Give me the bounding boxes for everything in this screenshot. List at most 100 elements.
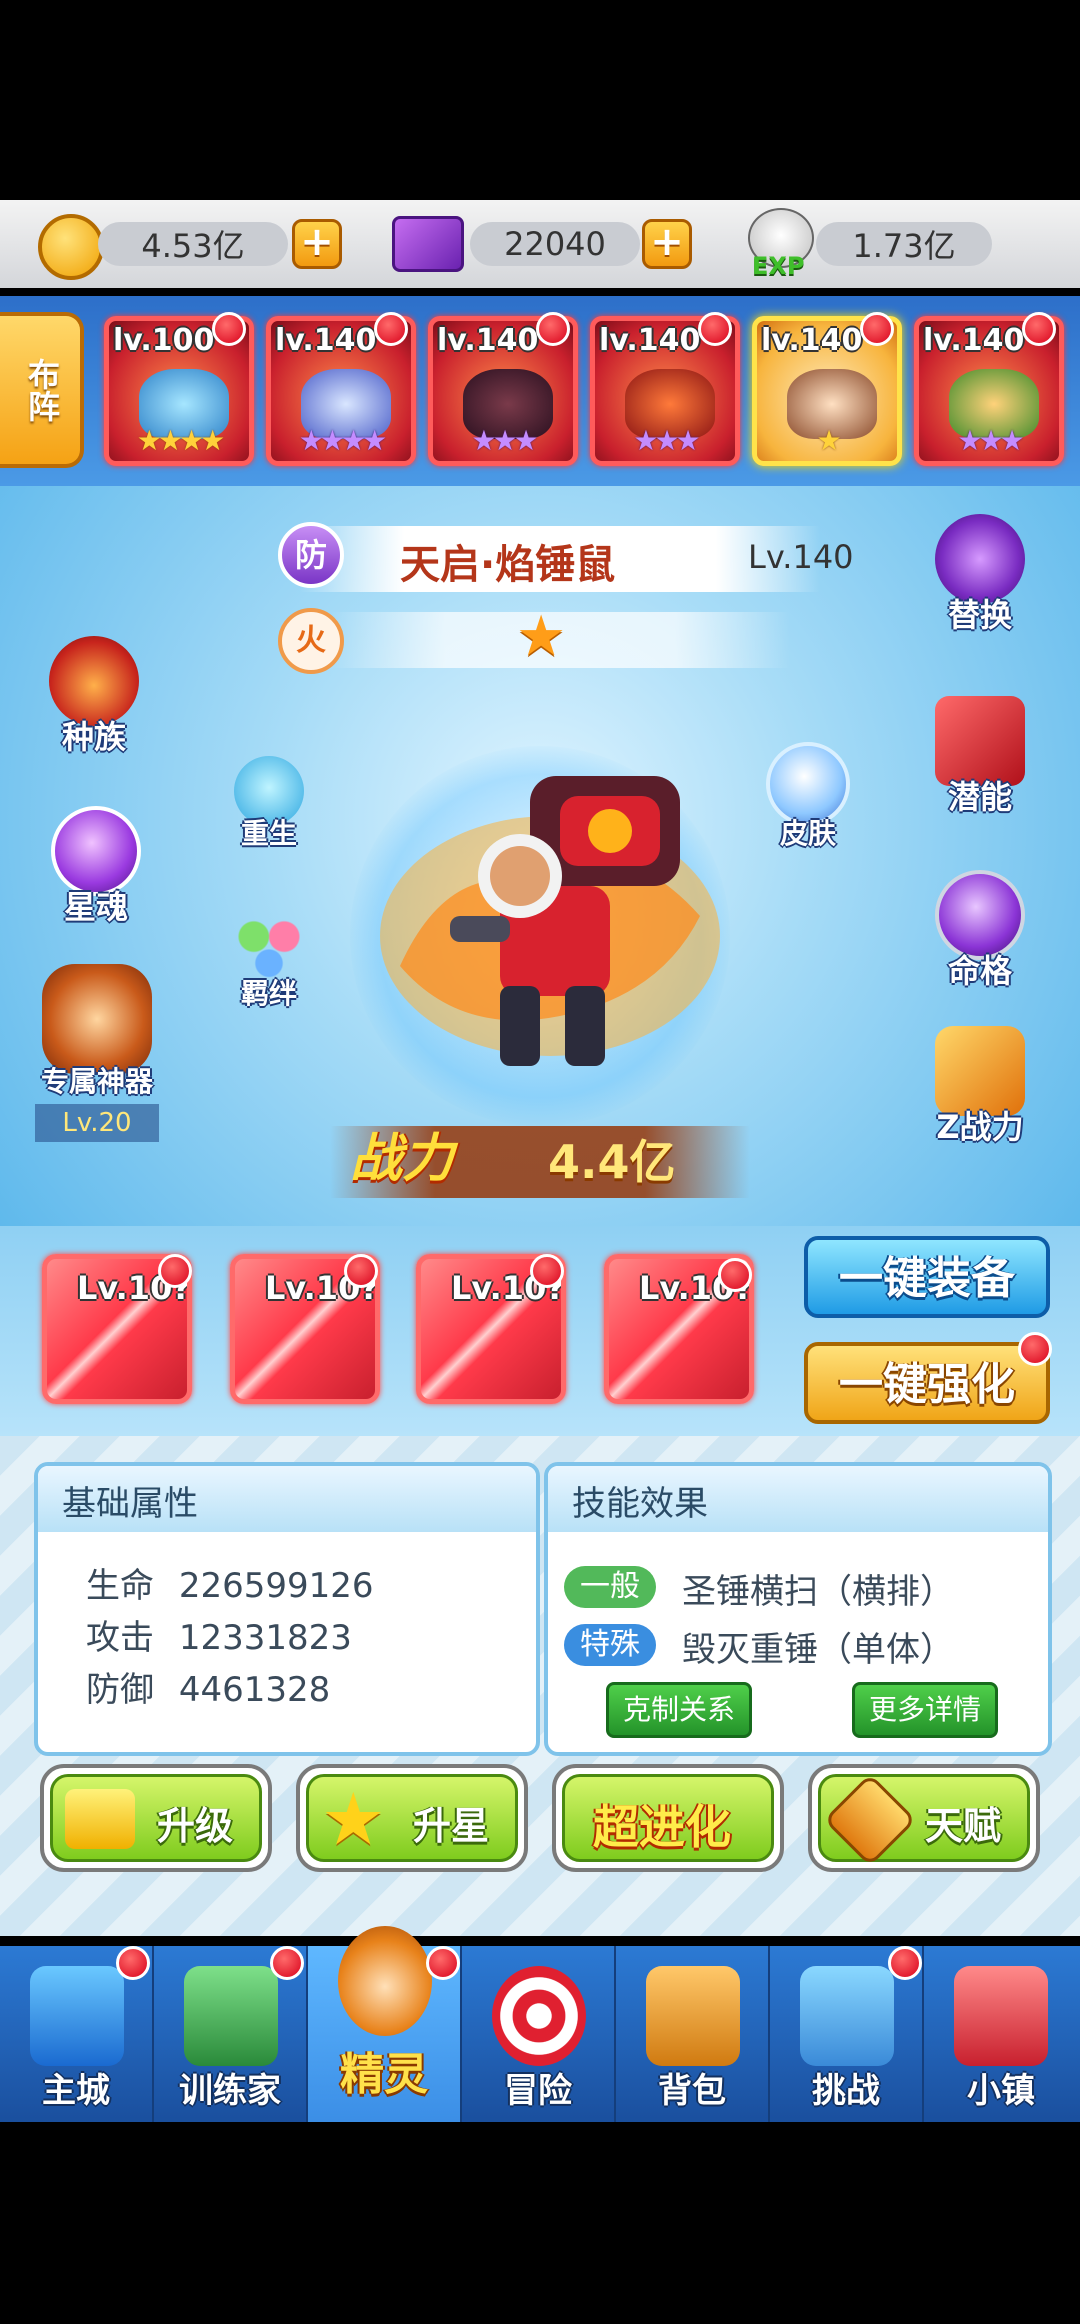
star-soul-button[interactable]: 星魂	[36, 806, 156, 928]
power-label: 战力	[350, 1129, 455, 1189]
attr-value: 4461328	[178, 1670, 331, 1710]
bond-button[interactable]: 羁绊	[214, 910, 324, 1012]
swap-button[interactable]: 替换	[920, 514, 1040, 636]
currency-bar: 4.53亿 + 22040 + EXP 1.73亿	[0, 200, 1080, 288]
exp-amount: 1.73亿	[816, 222, 992, 266]
hero-name: 天启·焰锤鼠	[400, 542, 616, 588]
star-soul-label: 星魂	[63, 888, 128, 926]
type-badge: 防	[278, 522, 344, 588]
potential-button[interactable]: 潜能	[920, 696, 1040, 818]
team-lineup: 布阵 lv.100 ★★★★ lv.140 ★★★★ lv.140 ★★★ lv…	[0, 296, 1080, 486]
attr-label: 生命	[86, 1566, 154, 1606]
artifact-badge-icon	[42, 964, 152, 1074]
skills-title: 技能效果	[572, 1484, 708, 1524]
star-up-button[interactable]: ★ 升星	[296, 1764, 528, 1872]
attr-value: 226599126	[178, 1566, 374, 1606]
map-pin-icon	[800, 1966, 894, 2066]
gem-amount: 22040	[470, 222, 640, 266]
attr-row: 防御 4461328	[86, 1662, 330, 1711]
notification-dot	[536, 312, 570, 346]
slot-level: lv.140	[599, 323, 701, 358]
skills-panel: 技能效果 一般 圣锤横扫（横排） 特殊 毁灭重锤（单体） 克制关系 更多详情	[544, 1462, 1052, 1756]
race-label: 种族	[61, 718, 126, 756]
evolve-button[interactable]: 超进化	[552, 1764, 784, 1872]
nav-label: 小镇	[967, 2071, 1035, 2111]
skill-name: 毁灭重锤（单体）	[682, 1630, 954, 1670]
upgrade-button[interactable]: 升级	[40, 1764, 272, 1872]
artifact-label: 专属神器	[40, 1065, 153, 1098]
slot-level: lv.100	[113, 323, 215, 358]
attributes-panel: 基础属性 生命 226599126 攻击 12331823 防御 4461328	[34, 1462, 540, 1756]
nav-label: 训练家	[179, 2071, 281, 2111]
notification-dot	[860, 312, 894, 346]
attr-label: 攻击	[86, 1618, 154, 1658]
notification-dot	[270, 1946, 304, 1980]
counter-relation-button[interactable]: 克制关系	[606, 1682, 752, 1738]
more-details-button[interactable]: 更多详情	[852, 1682, 998, 1738]
skin-label: 皮肤	[779, 817, 836, 850]
star-up-label: 升星	[413, 1804, 490, 1848]
exp-label: EXP	[752, 252, 805, 280]
notification-dot	[344, 1254, 378, 1288]
attr-row: 生命 226599126	[86, 1558, 374, 1607]
attr-label: 防御	[86, 1670, 154, 1710]
slot-level: lv.140	[761, 323, 863, 358]
slot-level: lv.140	[437, 323, 539, 358]
lineup-button[interactable]: 布阵	[0, 312, 84, 468]
slot-level: lv.140	[923, 323, 1025, 358]
notification-dot	[718, 1258, 752, 1292]
talent-label: 天赋	[925, 1804, 1002, 1848]
star-icon: ★	[516, 604, 567, 669]
equipment-section: Lv.10? Lv.10? Lv.10? Lv.10? 一键装备 一键强化	[0, 1226, 1080, 1436]
notification-dot	[426, 1946, 460, 1980]
artifact-level: Lv.20	[35, 1104, 159, 1142]
element-badge: 火	[278, 608, 344, 674]
add-gold-button[interactable]: +	[292, 219, 342, 269]
attr-value: 12331823	[178, 1618, 352, 1658]
fate-label: 命格	[947, 952, 1012, 990]
notification-dot	[374, 312, 408, 346]
gold-coin-icon	[38, 214, 104, 280]
nav-label: 挑战	[812, 2071, 880, 2111]
nav-item-town[interactable]: 小镇	[924, 1946, 1078, 2122]
notification-dot	[158, 1254, 192, 1288]
skin-button[interactable]: 皮肤	[748, 742, 868, 852]
z-power-button[interactable]: Z战力	[920, 1026, 1040, 1148]
target-icon	[492, 1966, 586, 2066]
evolve-label: 超进化	[593, 1800, 731, 1854]
nav-item-bag[interactable]: 背包	[616, 1946, 770, 2122]
attributes-title: 基础属性	[62, 1484, 198, 1524]
slot-stars: ★★★	[957, 424, 1024, 457]
add-gems-button[interactable]: +	[642, 219, 692, 269]
bottom-nav: 主城 训练家 精灵 冒险 背包 挑战 小镇	[0, 1926, 1080, 2122]
notification-dot	[1022, 312, 1056, 346]
notification-dot	[1018, 1332, 1052, 1366]
game-screen: 4.53亿 + 22040 + EXP 1.73亿 布阵 lv.100 ★★★★…	[0, 0, 1080, 2324]
hero-level: Lv.140	[748, 538, 854, 576]
shop-icon	[954, 1966, 1048, 2066]
equip-all-button[interactable]: 一键装备	[804, 1236, 1050, 1318]
talent-button[interactable]: 天赋	[808, 1764, 1040, 1872]
skill-tag-special: 特殊	[564, 1624, 656, 1666]
nav-item-adventure[interactable]: 冒险	[462, 1946, 616, 2122]
rebirth-button[interactable]: 重生	[214, 756, 324, 852]
nav-label: 背包	[658, 2071, 726, 2111]
star-icon: ★	[321, 1777, 386, 1861]
enhance-all-button[interactable]: 一键强化	[804, 1342, 1050, 1424]
slot-stars: ★★★	[633, 424, 700, 457]
slot-stars: ★★★★	[136, 424, 225, 457]
notification-dot	[212, 312, 246, 346]
notification-dot	[116, 1946, 150, 1980]
skill-tag-normal: 一般	[564, 1566, 656, 1608]
fate-button[interactable]: 命格	[920, 870, 1040, 992]
nav-label: 精灵	[340, 2049, 428, 2100]
notification-dot	[888, 1946, 922, 1980]
pet-mascot-icon	[338, 1926, 432, 2036]
hero-sprite	[380, 776, 720, 1066]
power-value: 4.4亿	[548, 1135, 676, 1189]
artifact-button[interactable]: 专属神器 Lv.20	[22, 964, 172, 1142]
race-button[interactable]: 种族	[34, 636, 154, 758]
glove-icon	[184, 1966, 278, 2066]
notification-dot	[530, 1254, 564, 1288]
skill-name: 圣锤横扫（横排）	[682, 1572, 954, 1612]
